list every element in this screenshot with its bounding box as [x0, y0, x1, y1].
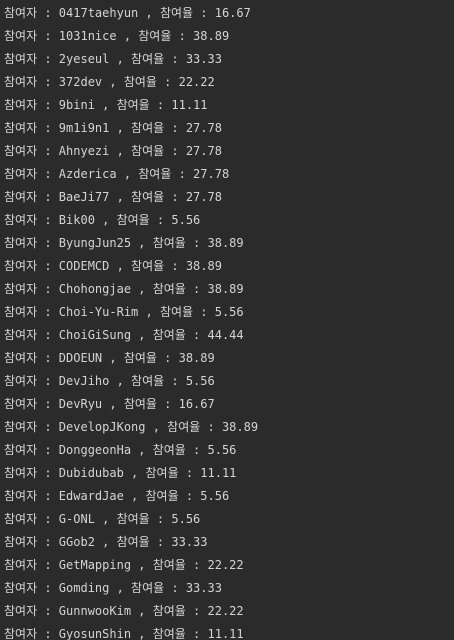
- console-line: 참여자 : Bik00 , 참여율 : 5.56: [4, 213, 201, 227]
- console-line: 참여자 : DevJiho , 참여율 : 5.56: [4, 374, 215, 388]
- console-line: 참여자 : Azderica , 참여율 : 27.78: [4, 167, 230, 181]
- console-line: 참여자 : GetMapping , 참여율 : 22.22: [4, 558, 244, 572]
- console-line: 참여자 : GyosunShin , 참여율 : 11.11: [4, 627, 244, 640]
- console-line: 참여자 : Gomding , 참여율 : 33.33: [4, 581, 222, 595]
- console-line: 참여자 : 0417taehyun , 참여율 : 16.67: [4, 6, 251, 20]
- console-lines: 참여자 : 0417taehyun , 참여율 : 16.67 참여자 : 10…: [4, 3, 454, 640]
- console-line: 참여자 : Chohongjae , 참여율 : 38.89: [4, 282, 244, 296]
- console-line: 참여자 : CODEMCD , 참여율 : 38.89: [4, 259, 222, 273]
- console-line: 참여자 : DDOEUN , 참여율 : 38.89: [4, 351, 215, 365]
- console-line: 참여자 : DonggeonHa , 참여율 : 5.56: [4, 443, 237, 457]
- console-output[interactable]: 참여자 : 0417taehyun , 참여율 : 16.67 참여자 : 10…: [0, 0, 454, 640]
- console-line: 참여자 : ByungJun25 , 참여율 : 38.89: [4, 236, 244, 250]
- console-line: 참여자 : 372dev , 참여율 : 22.22: [4, 75, 215, 89]
- console-line: 참여자 : ChoiGiSung , 참여율 : 44.44: [4, 328, 244, 342]
- console-line: 참여자 : DevRyu , 참여율 : 16.67: [4, 397, 215, 411]
- console-line: 참여자 : EdwardJae , 참여율 : 5.56: [4, 489, 230, 503]
- console-line: 참여자 : GGob2 , 참여율 : 33.33: [4, 535, 208, 549]
- console-line: 참여자 : G-ONL , 참여율 : 5.56: [4, 512, 201, 526]
- console-line: 참여자 : Ahnyezi , 참여율 : 27.78: [4, 144, 222, 158]
- console-line: 참여자 : BaeJi77 , 참여율 : 27.78: [4, 190, 222, 204]
- console-line: 참여자 : 1031nice , 참여율 : 38.89: [4, 29, 230, 43]
- console-line: 참여자 : 2yeseul , 참여율 : 33.33: [4, 52, 222, 66]
- console-line: 참여자 : 9bini , 참여율 : 11.11: [4, 98, 208, 112]
- console-line: 참여자 : Choi-Yu-Rim , 참여율 : 5.56: [4, 305, 244, 319]
- console-line: 참여자 : DevelopJKong , 참여율 : 38.89: [4, 420, 259, 434]
- console-line: 참여자 : 9m1i9n1 , 참여율 : 27.78: [4, 121, 222, 135]
- console-line: 참여자 : Dubidubab , 참여율 : 11.11: [4, 466, 237, 480]
- console-line: 참여자 : GunnwooKim , 참여율 : 22.22: [4, 604, 244, 618]
